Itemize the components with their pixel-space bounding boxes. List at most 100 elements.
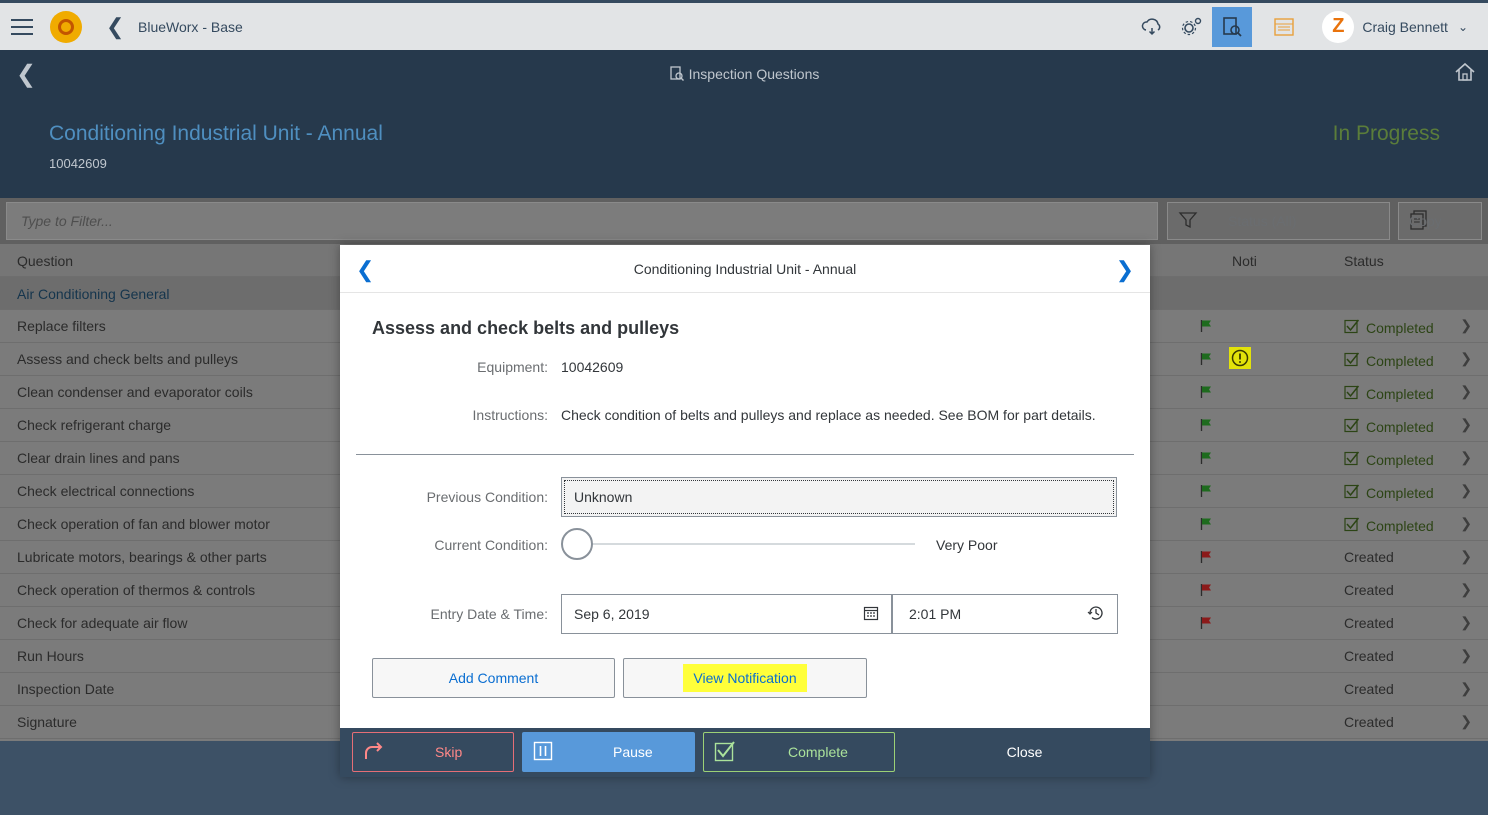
skip-label: Skip: [435, 744, 463, 760]
chevron-right-icon: ❯: [1460, 581, 1472, 597]
condition-slider-track[interactable]: [580, 543, 915, 545]
flag-icon: [1200, 451, 1212, 468]
status-text: Created: [1344, 648, 1394, 664]
previous-question-icon[interactable]: ❮: [356, 257, 374, 283]
complete-check-icon: [714, 740, 736, 765]
dialog-footer: Skip Pause Complete Close: [340, 728, 1150, 777]
question-text: Replace filters: [17, 318, 106, 334]
completed-check-icon: [1344, 384, 1360, 403]
status-text: Completed: [1366, 352, 1434, 369]
question-text: Assess and check belts and pulleys: [17, 351, 239, 367]
question-text: Check operation of thermos & controls: [17, 582, 256, 598]
status-text: Created: [1344, 714, 1394, 730]
status-text: Created: [1344, 681, 1394, 697]
condition-slider-handle[interactable]: [561, 528, 593, 560]
chevron-right-icon: ❯: [1460, 383, 1472, 399]
chevron-right-icon: ❯: [1460, 614, 1472, 630]
chevron-right-icon: ❯: [1460, 350, 1472, 366]
add-comment-button[interactable]: Add Comment: [372, 658, 615, 698]
page-header: ❮ Inspection Questions Conditioning Indu…: [0, 50, 1488, 198]
completed-check-icon: [1344, 516, 1360, 535]
question-title: Assess and check belts and pulleys: [372, 318, 680, 338]
calendar-icon[interactable]: [863, 605, 879, 624]
nav-back-icon[interactable]: ❮: [16, 60, 36, 89]
back-icon[interactable]: ❮: [106, 14, 128, 40]
cloud-sync-icon[interactable]: [1132, 7, 1172, 47]
next-question-icon[interactable]: ❯: [1116, 257, 1134, 283]
pause-button[interactable]: Pause: [522, 732, 695, 772]
status-text: Completed: [1366, 484, 1434, 501]
inspection-search-icon[interactable]: [1212, 6, 1253, 47]
status-text: Created: [1344, 615, 1394, 631]
page-title: Inspection Questions: [669, 66, 819, 82]
copy-button[interactable]: Copy: [1398, 202, 1482, 240]
status-cell: Created: [1344, 615, 1394, 631]
status-cell: Completed: [1344, 483, 1434, 502]
status-filter-label: Status (All): [1228, 213, 1297, 229]
completed-check-icon: [1344, 483, 1360, 502]
flag-icon: [1200, 484, 1212, 501]
complete-button[interactable]: Complete: [703, 732, 895, 772]
filter-bar: Type to Filter... Status (All) Copy: [0, 198, 1488, 244]
status-cell: Completed: [1344, 516, 1434, 535]
status-cell: Completed: [1344, 318, 1434, 337]
notification-warning-icon[interactable]: [1229, 347, 1251, 369]
status-cell: Created: [1344, 714, 1394, 730]
previous-condition-field[interactable]: Unknown: [561, 477, 1117, 517]
dialog-header: ❮ Conditioning Industrial Unit - Annual …: [340, 245, 1150, 293]
dialog-title: Conditioning Industrial Unit - Annual: [633, 260, 857, 277]
avatar: Z: [1322, 10, 1355, 43]
entry-time-value: 2:01 PM: [909, 606, 962, 622]
status-cell: Created: [1344, 549, 1394, 565]
current-condition-label: Current Condition:: [434, 537, 548, 553]
object-status: In Progress: [1332, 122, 1440, 145]
current-condition-value: Very Poor: [936, 537, 998, 553]
flag-icon: [1200, 385, 1212, 402]
inspection-icon: [669, 66, 684, 81]
app-title: BlueWorx - Base: [138, 18, 243, 35]
view-notification-label: View Notification: [683, 664, 807, 692]
calendar-icon[interactable]: [1264, 7, 1304, 47]
equipment-label: Equipment:: [477, 359, 548, 375]
question-text: Clear drain lines and pans: [17, 450, 180, 466]
status-cell: Created: [1344, 582, 1394, 598]
completed-check-icon: [1344, 318, 1360, 337]
question-dialog: ❮ Conditioning Industrial Unit - Annual …: [340, 245, 1150, 777]
home-icon[interactable]: [1454, 62, 1476, 85]
column-question: Question: [17, 253, 74, 269]
skip-button[interactable]: Skip: [352, 732, 514, 772]
user-menu[interactable]: Z Craig Bennett ⌄: [1322, 10, 1468, 43]
close-button[interactable]: Close: [903, 732, 1146, 772]
status-cell: Completed: [1344, 417, 1434, 436]
settings-icon[interactable]: [1172, 7, 1212, 47]
status-cell: Created: [1344, 648, 1394, 664]
object-title: Conditioning Industrial Unit - Annual: [49, 122, 383, 145]
divider: [356, 454, 1134, 455]
nav-bar: ❮ Inspection Questions: [0, 50, 1488, 98]
chevron-right-icon: ❯: [1460, 482, 1472, 498]
entry-date-field[interactable]: Sep 6, 2019: [561, 594, 892, 634]
complete-label: Complete: [788, 744, 848, 760]
filter-input[interactable]: Type to Filter...: [6, 202, 1158, 240]
flag-icon: [1200, 583, 1212, 600]
app-logo[interactable]: [50, 10, 82, 43]
copy-label: Copy: [1409, 213, 1442, 229]
question-text: Clean condenser and evaporator coils: [17, 384, 253, 400]
chevron-right-icon: ❯: [1460, 647, 1472, 663]
chevron-right-icon: ❯: [1460, 680, 1472, 696]
status-text: Completed: [1366, 418, 1434, 435]
status-cell: Completed: [1344, 450, 1434, 469]
flag-icon: [1200, 550, 1212, 567]
hamburger-icon: [11, 18, 33, 35]
view-notification-button[interactable]: View Notification: [623, 658, 867, 698]
status-filter-button[interactable]: Status (All): [1167, 202, 1390, 240]
flag-icon: [1200, 616, 1212, 633]
entry-time-field[interactable]: 2:01 PM: [892, 594, 1118, 634]
column-noti: Noti: [1232, 253, 1257, 269]
menu-button[interactable]: [0, 3, 44, 50]
time-icon[interactable]: [1087, 604, 1105, 625]
status-text: Completed: [1366, 319, 1434, 336]
question-text: Check electrical connections: [17, 483, 195, 499]
flag-icon: [1200, 352, 1212, 369]
status-text: Completed: [1366, 517, 1434, 534]
